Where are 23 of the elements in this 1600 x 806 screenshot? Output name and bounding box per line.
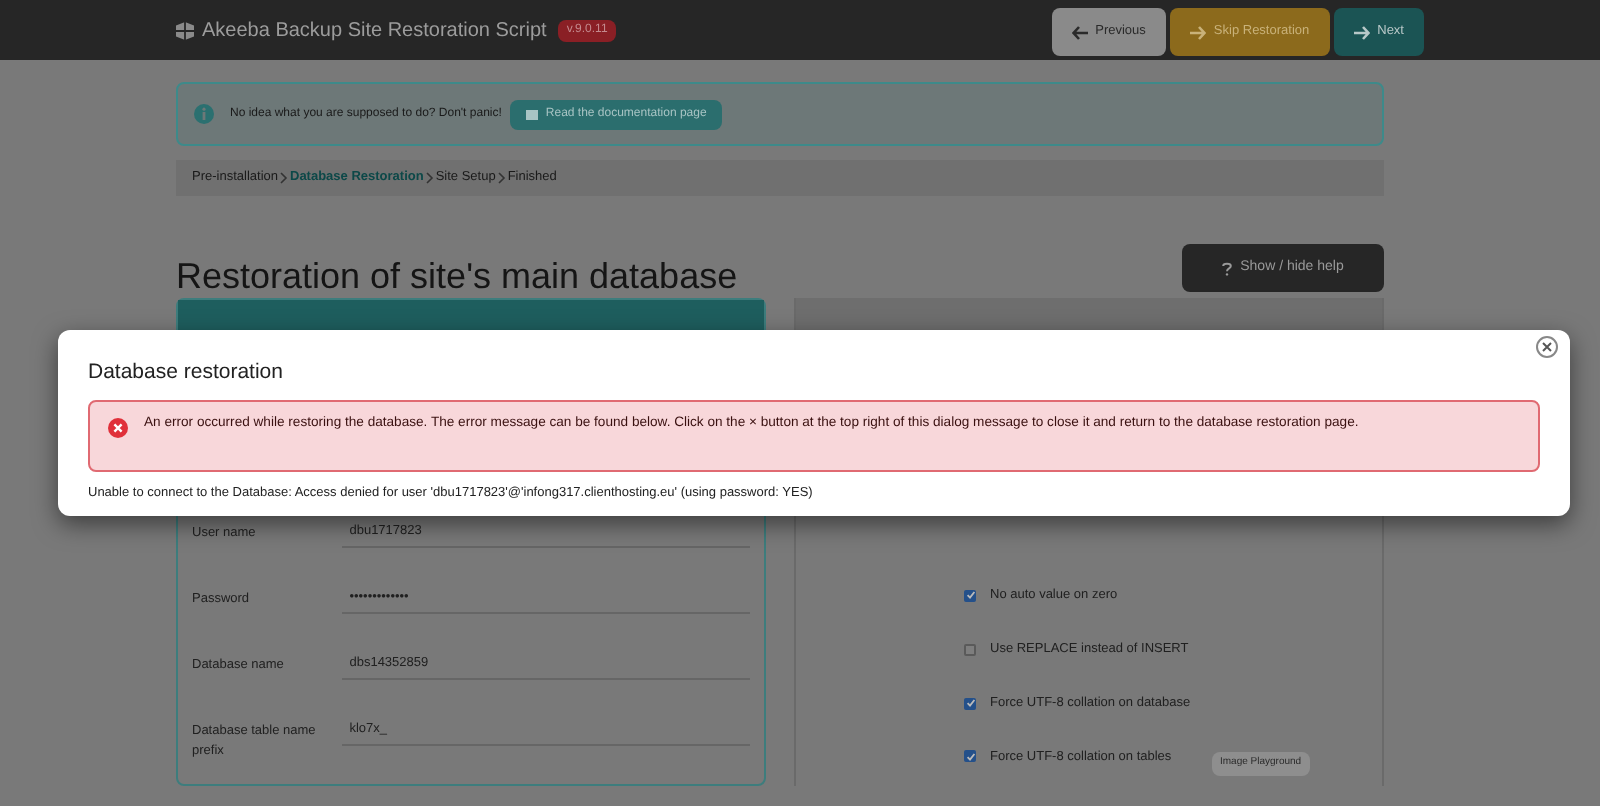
info-icon [194,104,214,124]
question-icon [1222,261,1233,275]
dialog-title: Database restoration [88,358,285,388]
chevron-icon [280,172,288,184]
page-title: Restoration of site's main database [176,258,738,294]
checkbox[interactable] [964,589,976,602]
logo-icon [176,21,194,39]
chevron-icon [425,172,434,184]
close-button[interactable] [1536,336,1558,358]
book-icon [525,109,538,119]
check-icon [965,590,975,601]
check-icon [965,698,975,709]
arrow-right-icon [1189,25,1206,39]
arrow-left-icon [1071,25,1088,39]
app-title: Akeeba Backup Site Restoration Script [202,17,547,45]
checkbox[interactable] [964,697,976,710]
checkbox[interactable] [964,750,976,763]
check-icon [965,751,975,762]
checkbox[interactable] [964,643,976,656]
close-icon [1542,342,1552,352]
error-icon [108,417,128,438]
arrow-right-icon [1353,25,1370,39]
chevron-icon [497,172,506,184]
